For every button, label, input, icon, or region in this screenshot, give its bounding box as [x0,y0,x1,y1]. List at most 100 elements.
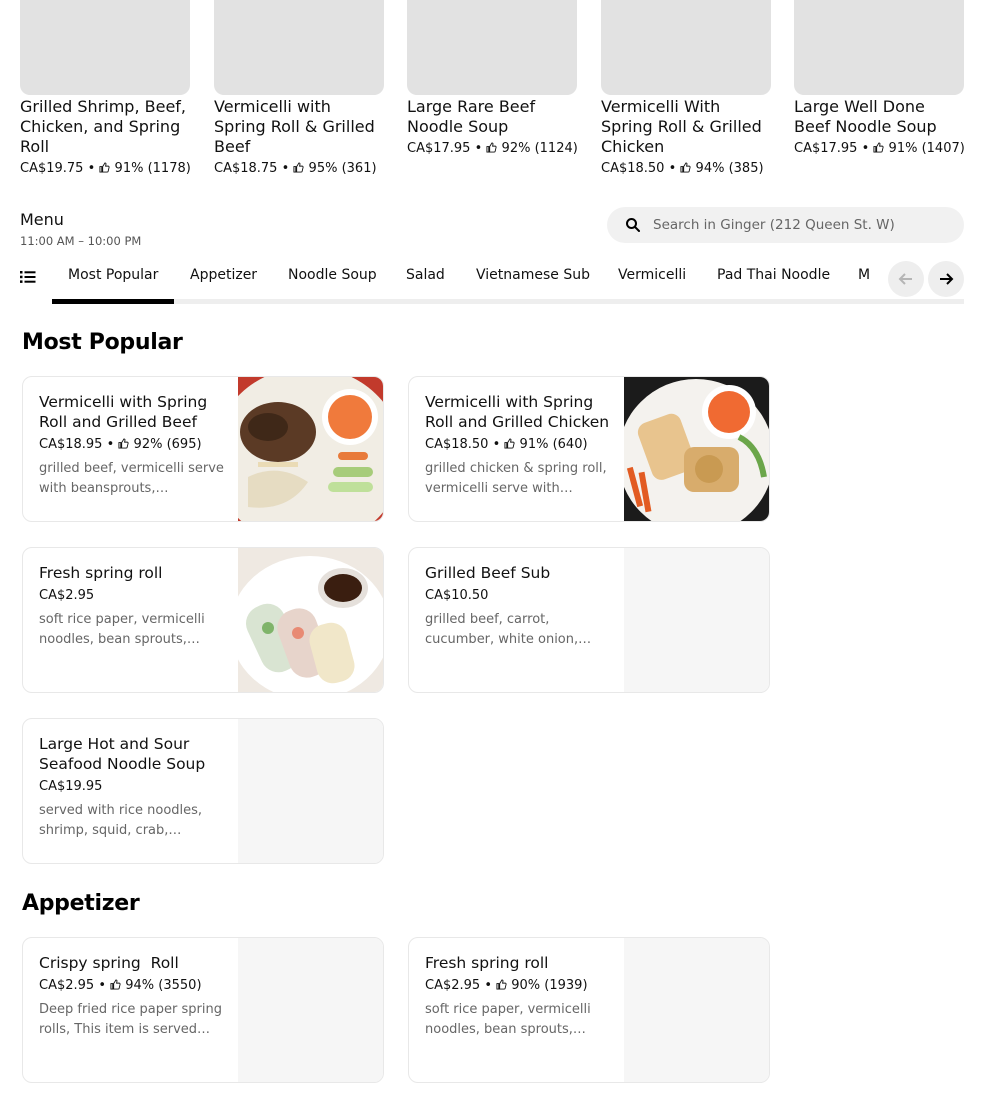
thumbs-up-icon [504,438,515,449]
menu-item-card[interactable]: Fresh spring roll CA$2.95 soft rice pape… [22,547,384,693]
menu-item-description: grilled beef, carrot, cucumber, white on… [425,612,592,647]
section-title-most-popular: Most Popular [22,330,183,355]
featured-item-title: Large Rare Beef Noodle Soup [407,97,536,136]
menu-item-photo[interactable] [238,377,383,521]
menu-item-description: soft rice paper, vermicelli noodles, bea… [39,612,205,647]
menu-item-card[interactable]: Fresh spring roll CA$2.95 • 90% (1939) s… [408,937,770,1083]
search-icon [626,218,640,232]
menu-item-photo-placeholder[interactable] [238,719,383,863]
featured-item-rating: 94% (385) [695,161,764,176]
featured-item-title: Vermicelli with Spring Roll & Grilled Be… [214,97,375,156]
menu-item-photo-placeholder[interactable] [624,938,769,1082]
menu-item-photo[interactable] [238,548,383,692]
menu-item-card[interactable]: Vermicelli with Spring Roll and Grilled … [22,376,384,522]
category-list-icon[interactable] [20,270,36,284]
menu-item-price: CA$18.95 [39,437,103,452]
menu-item-price: CA$2.95 [425,978,481,993]
menu-item-meta: CA$2.95 • 90% (1939) [425,978,588,993]
featured-item-card[interactable]: Vermicelli with Spring Roll & Grilled Be… [214,0,384,178]
menu-item-meta: CA$18.95 • 92% (695) [39,437,202,452]
menu-item-card[interactable]: Large Hot and Sour Seafood Noodle Soup C… [22,718,384,864]
tab-noodle-soup[interactable]: Noodle Soup [288,267,377,283]
featured-item-image[interactable] [794,0,964,95]
featured-item-price: CA$18.75 [214,161,278,176]
thumbs-up-icon [496,979,507,990]
featured-item-meta: CA$17.95 • 91% (1407) [794,141,965,156]
featured-item-price: CA$17.95 [407,141,471,156]
thumbs-up-icon [680,162,691,173]
menu-item-price: CA$18.50 [425,437,489,452]
featured-item-meta: CA$18.75 • 95% (361) [214,161,377,176]
featured-item-meta: CA$19.75 • 91% (1178) [20,161,191,176]
arrow-left-icon [898,273,912,285]
featured-item-card[interactable]: Large Well Done Beef Noodle Soup CA$17.9… [794,0,965,158]
vermicelli-beef-photo [238,377,383,521]
menu-item-meta: CA$18.50 • 91% (640) [425,437,588,452]
tabs-scroll-left-button[interactable] [888,261,924,297]
featured-item-image[interactable] [214,0,384,95]
featured-item-card[interactable]: Vermicelli With Spring Roll & Grilled Ch… [601,0,771,178]
menu-item-photo[interactable] [624,377,769,521]
menu-item-description: grilled beef, vermicelli serve with bean… [39,461,224,496]
tab-vermicelli[interactable]: Vermicelli [618,267,686,283]
thumbs-up-icon [110,979,121,990]
menu-item-rating: 91% (640) [519,437,588,452]
menu-item-price: CA$10.50 [425,588,489,603]
vermicelli-chicken-photo [624,377,769,521]
featured-item-image[interactable] [601,0,771,95]
menu-item-name: Vermicelli with Spring Roll and Grilled … [39,393,208,431]
menu-item-card[interactable]: Crispy spring Roll CA$2.95 • 94% (3550) … [22,937,384,1083]
menu-item-name: Fresh spring roll [425,954,549,972]
featured-item-image[interactable] [407,0,577,95]
menu-item-photo-placeholder[interactable] [624,548,769,692]
featured-item-card[interactable]: Large Rare Beef Noodle Soup CA$17.95 • 9… [407,0,578,158]
featured-item-meta: CA$17.95 • 92% (1124) [407,141,578,156]
thumbs-up-icon [486,142,497,153]
tab-pad-thai-noodle[interactable]: Pad Thai Noodle [717,267,830,283]
menu-item-description: Deep fried rice paper spring rolls, This… [39,1002,222,1037]
tab-appetizer[interactable]: Appetizer [190,267,257,283]
featured-item-title: Vermicelli With Spring Roll & Grilled Ch… [601,97,762,156]
menu-item-name: Large Hot and Sour Seafood Noodle Soup [39,735,206,773]
thumbs-up-icon [118,438,129,449]
featured-item-title: Large Well Done Beef Noodle Soup [794,97,937,136]
thumbs-up-icon [873,142,884,153]
menu-item-description: served with rice noodles, shrimp, squid,… [39,803,203,838]
featured-item-price: CA$19.75 [20,161,84,176]
featured-items-carousel: Grilled Shrimp, Beef, Chicken, and Sprin… [20,0,965,180]
featured-item-price: CA$17.95 [794,141,858,156]
menu-item-card[interactable]: Vermicelli with Spring Roll and Grilled … [408,376,770,522]
tab-most-popular[interactable]: Most Popular [68,267,158,283]
menu-item-rating: 94% (3550) [125,978,202,993]
menu-item-description: grilled chicken & spring roll, vermicell… [425,461,607,496]
menu-item-price: CA$2.95 [39,588,95,603]
menu-item-rating: 92% (695) [133,437,202,452]
featured-item-card[interactable]: Grilled Shrimp, Beef, Chicken, and Sprin… [20,0,191,178]
menu-title: Menu [20,210,64,229]
menu-item-card[interactable]: Grilled Beef Sub CA$10.50 grilled beef, … [408,547,770,693]
featured-item-rating: 91% (1407) [888,141,965,156]
tabs-scroller: Most Popular Appetizer Noodle Soup Salad… [52,257,890,304]
search-input[interactable] [653,207,953,243]
menu-item-meta: CA$2.95 • 94% (3550) [39,978,202,993]
menu-search[interactable] [607,207,964,243]
tab-vietnamese-sub[interactable]: Vietnamese Sub [476,267,590,283]
tab-more-truncated[interactable]: M [858,267,870,283]
menu-item-name: Vermicelli with Spring Roll and Grilled … [425,393,610,431]
thumbs-up-icon [293,162,304,173]
menu-item-name: Crispy spring Roll [39,954,179,972]
section-title-appetizer: Appetizer [22,891,140,916]
featured-item-image[interactable] [20,0,190,95]
tab-salad[interactable]: Salad [406,267,445,283]
featured-item-rating: 91% (1178) [114,161,191,176]
menu-hours: 11:00 AM – 10:00 PM [20,234,142,248]
menu-item-photo-placeholder[interactable] [238,938,383,1082]
tabs-scroll-right-button[interactable] [928,261,964,297]
category-tabs: Most Popular Appetizer Noodle Soup Salad… [20,257,964,304]
menu-item-rating: 90% (1939) [511,978,588,993]
featured-item-title: Grilled Shrimp, Beef, Chicken, and Sprin… [20,97,187,156]
menu-item-name: Grilled Beef Sub [425,564,551,582]
thumbs-up-icon [99,162,110,173]
featured-item-rating: 92% (1124) [501,141,578,156]
fresh-spring-roll-photo [238,548,383,692]
